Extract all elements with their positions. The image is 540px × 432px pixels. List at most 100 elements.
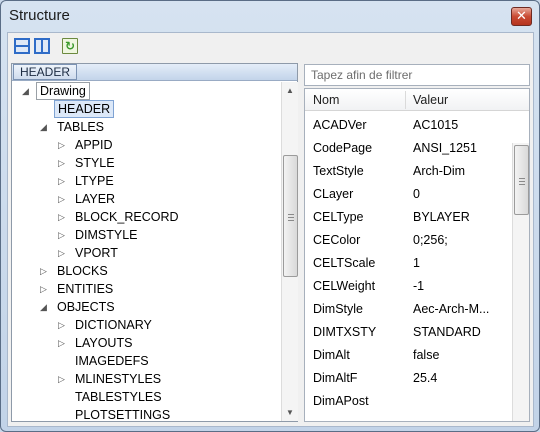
filter-input[interactable]: Tapez afin de filtrer — [304, 64, 530, 86]
property-value — [413, 390, 509, 413]
window-title: Structure — [9, 7, 70, 24]
property-value: Arch-Dim — [413, 164, 466, 178]
grid-scroll-thumb[interactable] — [514, 145, 529, 215]
collapsed-arrow-icon[interactable]: ▷ — [58, 244, 68, 262]
tree-node-label: DICTIONARY — [75, 318, 152, 332]
scroll-grip — [288, 214, 294, 215]
tree-node[interactable]: ▷ LTYPE — [12, 172, 281, 190]
column-header-value[interactable]: Valeur — [413, 89, 448, 111]
scroll-up-arrow-icon[interactable]: ▲ — [282, 82, 298, 99]
tree-node[interactable]: PLOTSETTINGS — [12, 406, 281, 421]
tree-node[interactable]: ▷ BLOCKS — [12, 262, 281, 280]
tree-node-label: APPID — [75, 138, 113, 152]
grid-scrollbar[interactable] — [512, 143, 529, 421]
collapsed-arrow-icon[interactable]: ▷ — [58, 226, 68, 244]
tree-node-label: HEADER — [54, 100, 115, 118]
tree-node-label: VPORT — [75, 246, 118, 260]
tree-node-label: BLOCKS — [57, 264, 108, 278]
grid-header: Nom Valeur — [305, 89, 529, 111]
property-name: TextStyle — [313, 164, 364, 178]
close-button[interactable]: ✕ — [511, 7, 532, 26]
property-row[interactable]: CELTScale 1 — [305, 252, 512, 275]
property-value: AC1015 — [413, 118, 459, 132]
property-grid: Nom Valeur ACADVer AC1015 CodePage ANSI_125… — [304, 88, 530, 422]
title-bar[interactable]: Structure ✕ — [1, 1, 539, 31]
property-row[interactable]: CLayer 0 — [305, 183, 512, 206]
collapsed-arrow-icon[interactable]: ▷ — [40, 280, 50, 298]
property-name: CodePage — [313, 141, 373, 155]
collapsed-arrow-icon[interactable]: ▷ — [58, 334, 68, 352]
column-header-name[interactable]: Nom — [313, 89, 339, 111]
property-value: 0;256; — [413, 233, 448, 247]
tree-node[interactable]: ▷ MLINESTYLES — [12, 370, 281, 388]
property-name: CELType — [313, 210, 364, 224]
tree-node[interactable]: TABLESTYLES — [12, 388, 281, 406]
scroll-grip — [288, 217, 294, 218]
tree-node[interactable]: ◢ TABLES — [12, 118, 281, 136]
tree-node-label: PLOTSETTINGS — [75, 408, 171, 421]
breadcrumb-item[interactable]: HEADER — [13, 64, 78, 80]
expanded-arrow-icon[interactable]: ◢ — [22, 82, 32, 100]
structure-tree[interactable]: ◢ Drawing HEADER ◢ TABLES ▷ APPID ▷ STYLE ▷ LTYPE ▷… — [12, 82, 281, 421]
tree-node[interactable]: ▷ LAYER — [12, 190, 281, 208]
tree-node[interactable]: ▷ STYLE — [12, 154, 281, 172]
tree-pane: HEADER ◢ Drawing HEADER ◢ TABLES ▷ APPID ▷ STYLE… — [11, 63, 298, 422]
expanded-arrow-icon[interactable]: ◢ — [40, 298, 50, 316]
property-name: DimAltF — [313, 371, 358, 385]
tree-node[interactable]: ▷ DIMSTYLE — [12, 226, 281, 244]
tree-node[interactable]: ◢ Drawing — [12, 82, 281, 100]
collapsed-arrow-icon[interactable]: ▷ — [58, 172, 68, 190]
property-row[interactable]: CELWeight -1 — [305, 275, 512, 298]
tree-node-label: Drawing — [36, 82, 90, 100]
property-row[interactable]: CEColor 0;256; — [305, 229, 512, 252]
tree-scroll-thumb[interactable] — [283, 155, 298, 277]
property-name: DimAPost — [313, 394, 369, 408]
property-value: Aec-Arch-M... — [413, 302, 490, 316]
collapsed-arrow-icon[interactable]: ▷ — [58, 316, 68, 334]
tree-node[interactable]: ▷ APPID — [12, 136, 281, 154]
tree-node[interactable]: HEADER — [12, 100, 281, 118]
expanded-arrow-icon[interactable]: ◢ — [40, 118, 50, 136]
property-name: CELTScale — [313, 256, 376, 270]
property-row[interactable]: DimStyle Aec-Arch-M... — [305, 298, 512, 321]
tree-node[interactable]: ▷ VPORT — [12, 244, 281, 262]
window-client: ↻ HEADER ◢ Drawing HEADER ◢ TABLES ▷ APPID ▷ STY… — [7, 32, 534, 427]
scroll-down-arrow-icon[interactable]: ▼ — [282, 404, 298, 421]
column-divider[interactable] — [405, 91, 406, 109]
scroll-grip — [519, 184, 525, 185]
tree-node[interactable]: ▷ LAYOUTS — [12, 334, 281, 352]
tree-scrollbar[interactable]: ▲ ▼ — [281, 82, 298, 421]
property-row[interactable]: TextStyle Arch-Dim — [305, 160, 512, 183]
tree-node-label: LAYOUTS — [75, 336, 133, 350]
property-row[interactable]: CodePage ANSI_1251 — [305, 137, 512, 160]
property-name: CELWeight — [313, 279, 376, 293]
tree-node[interactable]: ◢ OBJECTS — [12, 298, 281, 316]
collapsed-arrow-icon[interactable]: ▷ — [58, 154, 68, 172]
property-row[interactable]: DIMTXSTY STANDARD — [305, 321, 512, 344]
collapsed-arrow-icon[interactable]: ▷ — [58, 190, 68, 208]
property-row[interactable]: CELType BYLAYER — [305, 206, 512, 229]
collapsed-arrow-icon[interactable]: ▷ — [58, 208, 68, 226]
property-row[interactable]: DimAPost — [305, 390, 512, 413]
tree-node-label: LAYER — [75, 192, 116, 206]
tree-node-label: STYLE — [75, 156, 115, 170]
structure-window: Structure ✕ ↻ HEADER ◢ Drawing HEADER ◢ TABL… — [0, 0, 540, 432]
collapsed-arrow-icon[interactable]: ▷ — [40, 262, 50, 280]
refresh-icon[interactable]: ↻ — [62, 38, 78, 54]
tree-node[interactable]: ▷ BLOCK_RECORD — [12, 208, 281, 226]
property-name: DimStyle — [313, 302, 364, 316]
property-row[interactable]: ACADVer AC1015 — [305, 114, 512, 137]
tree-node[interactable]: ▷ DICTIONARY — [12, 316, 281, 334]
scroll-grip — [519, 181, 525, 182]
property-row[interactable]: DimAltF 25.4 — [305, 367, 512, 390]
tree-node[interactable]: ▷ ENTITIES — [12, 280, 281, 298]
property-name: ACADVer — [313, 118, 367, 132]
breadcrumb: HEADER — [12, 64, 297, 81]
collapsed-arrow-icon[interactable]: ▷ — [58, 136, 68, 154]
tree-node[interactable]: IMAGEDEFS — [12, 352, 281, 370]
split-horizontal-icon[interactable] — [14, 38, 30, 54]
tree-node-label: TABLES — [57, 120, 105, 134]
split-vertical-icon[interactable] — [34, 38, 50, 54]
property-row[interactable]: DimAlt false — [305, 344, 512, 367]
collapsed-arrow-icon[interactable]: ▷ — [58, 370, 68, 388]
